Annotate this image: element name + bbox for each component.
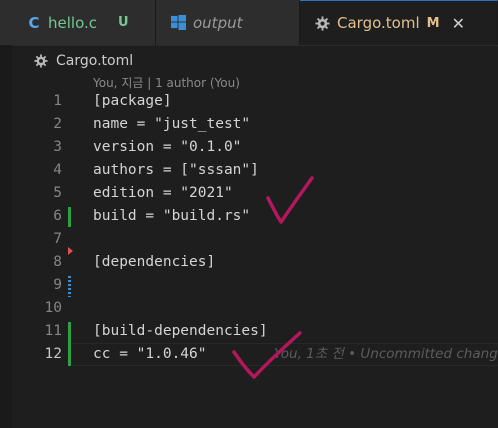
tab-bar: C hello.c U output Cargo.toml M ✕ [0, 0, 498, 46]
line-number: 9 [53, 277, 62, 293]
code-line: 2 name = "just_test" [0, 113, 498, 136]
line-number: 11 [44, 323, 62, 339]
code-line: 8 [dependencies] [0, 251, 498, 274]
code-line: 10 [0, 297, 498, 320]
modified-badge: M [426, 15, 440, 31]
untracked-badge: U [118, 15, 129, 30]
code-line: 3 version = "0.1.0" [0, 136, 498, 159]
code-line: 5 edition = "2021" [0, 182, 498, 205]
line-number: 7 [53, 231, 62, 247]
code-text: build = "build.rs" [93, 208, 251, 224]
line-number: 4 [53, 162, 62, 178]
line-number: 12 [44, 346, 62, 362]
code-line: 6 build = "build.rs" [0, 205, 498, 228]
code-line: 7 [0, 228, 498, 251]
line-number: 5 [53, 185, 62, 201]
gutter-added-marker[interactable] [68, 322, 71, 366]
code-text: cc = "1.0.46" [93, 346, 207, 362]
gear-icon [34, 54, 48, 68]
code-line-current: 12 cc = "1.0.46" You, 1초 전 • Uncommitted… [0, 343, 498, 366]
tab-label: output [193, 13, 243, 32]
code-text: name = "just_test" [93, 116, 251, 132]
line-number: 6 [53, 208, 62, 224]
gear-icon [315, 15, 330, 31]
line-number: 8 [53, 254, 62, 270]
code-text: [package] [93, 93, 172, 109]
code-text: edition = "2021" [93, 185, 233, 201]
code-editor[interactable]: 1 [package] 2 name = "just_test" 3 versi… [0, 90, 498, 428]
code-text: version = "0.1.0" [93, 139, 242, 155]
windows-icon [171, 15, 186, 30]
code-text: [build-dependencies] [93, 323, 268, 339]
code-text: authors = ["sssan"] [93, 162, 259, 178]
gutter-modified-marker[interactable] [68, 276, 71, 297]
code-line: 1 [package] [0, 90, 498, 113]
tab-label: hello.c [48, 13, 97, 32]
code-text: [dependencies] [93, 254, 216, 270]
close-icon[interactable]: ✕ [452, 14, 465, 33]
code-line: 4 authors = ["sssan"] [0, 159, 498, 182]
breadcrumb-file[interactable]: Cargo.toml [56, 53, 133, 69]
line-number: 3 [53, 139, 62, 155]
tab-hello-c[interactable]: C hello.c U [0, 0, 156, 45]
inline-blame: You, 1초 전 • Uncommitted changes [274, 346, 498, 362]
code-line: 11 [build-dependencies] [0, 320, 498, 343]
code-line: 9 [0, 274, 498, 297]
tab-output[interactable]: output [156, 0, 300, 45]
tab-cargo-toml[interactable]: Cargo.toml M ✕ [300, 0, 498, 45]
gutter-deleted-marker[interactable] [68, 247, 73, 255]
gutter-added-marker[interactable] [68, 207, 71, 227]
line-number: 10 [44, 300, 62, 316]
line-number: 1 [53, 93, 62, 109]
tab-label: Cargo.toml [337, 14, 420, 32]
line-number: 2 [53, 116, 62, 132]
breadcrumb[interactable]: Cargo.toml [34, 51, 133, 71]
codelens-blame[interactable]: You, 지금 | 1 author (You) [93, 74, 240, 91]
c-file-icon: C [28, 13, 40, 32]
